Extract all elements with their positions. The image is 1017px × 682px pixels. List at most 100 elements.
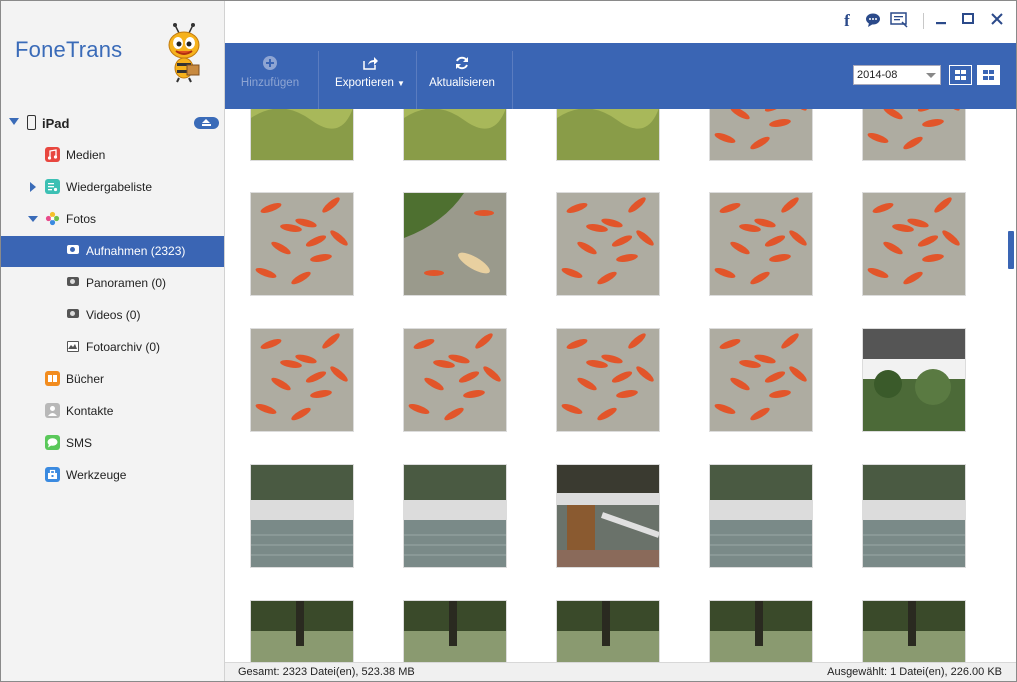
grid-large-icon (955, 70, 966, 80)
refresh-button[interactable]: Aktualisieren (423, 43, 501, 109)
photos-icon (45, 211, 60, 226)
expand-arrow-icon[interactable] (30, 182, 36, 192)
collapse-arrow-icon[interactable] (28, 216, 38, 222)
feedback-icon[interactable] (890, 12, 908, 30)
date-filter-select[interactable]: 2014-08 (853, 65, 941, 85)
facebook-icon[interactable]: f (838, 12, 856, 30)
photo-thumbnail[interactable] (403, 109, 507, 161)
sidebar-item-label: Fotoarchiv (0) (86, 340, 161, 354)
sidebar-item-sms[interactable]: SMS (1, 428, 224, 458)
photo-thumbnail[interactable] (862, 109, 966, 161)
sidebar-item-label: Videos (0) (86, 308, 141, 322)
maximize-icon[interactable] (959, 12, 977, 30)
refresh-label: Aktualisieren (429, 77, 495, 89)
collapse-arrow-icon[interactable] (9, 118, 19, 125)
sidebar-item-label: SMS (66, 436, 93, 450)
books-icon (45, 371, 60, 386)
playlist-icon (45, 179, 60, 194)
chevron-down-icon[interactable] (926, 73, 936, 78)
photo-thumbnail[interactable] (709, 464, 813, 568)
status-bar: Gesamt: 2323 Datei(en), 523.38 MB Ausgew… (225, 662, 1016, 681)
sidebar-item-kontakte[interactable]: Kontakte (1, 396, 224, 426)
photo-grid (225, 109, 1016, 662)
sidebar-item-fotoarchiv[interactable]: Fotoarchiv (0) (1, 332, 224, 362)
ipad-icon (27, 115, 36, 130)
status-selected: Ausgewählt: 1 Datei(en), 226.00 KB (827, 666, 1002, 678)
message-icon (45, 435, 60, 450)
device-name: iPad (42, 116, 70, 131)
app-title: FoneTrans (15, 37, 123, 62)
photo-library-icon (67, 341, 79, 352)
photo-thumbnail[interactable] (556, 464, 660, 568)
sidebar-item-medien[interactable]: Medien (1, 140, 224, 170)
scrollbar-thumb[interactable] (1008, 231, 1014, 269)
plus-circle-icon (262, 55, 278, 71)
add-label: Hinzufügen (240, 77, 300, 89)
large-grid-view-button[interactable] (949, 65, 972, 85)
camera-icon (67, 277, 79, 286)
photo-thumbnail[interactable] (709, 192, 813, 296)
sidebar-item-fotos[interactable]: Fotos (1, 204, 224, 234)
title-bar: f (225, 1, 1016, 43)
toolbar-separator (318, 51, 319, 109)
photo-thumbnail[interactable] (250, 600, 354, 662)
toolbar-separator (512, 51, 513, 109)
sidebar-item-werkzeuge[interactable]: Werkzeuge (1, 460, 224, 490)
toolbox-icon (45, 467, 60, 482)
sidebar-item-label: Bücher (66, 372, 105, 386)
photo-thumbnail[interactable] (250, 328, 354, 432)
sidebar-item-label: Aufnahmen (2323) (86, 244, 186, 258)
sidebar-item-buecher[interactable]: Bücher (1, 364, 224, 394)
grid-small-icon (983, 70, 994, 80)
photo-thumbnail[interactable] (862, 464, 966, 568)
photo-thumbnail[interactable] (403, 328, 507, 432)
device-node[interactable]: iPad (1, 111, 224, 135)
sidebar-item-label: Werkzeuge (66, 468, 127, 482)
contacts-icon (45, 403, 60, 418)
sidebar-item-panoramen[interactable]: Panoramen (0) (1, 268, 224, 298)
minimize-icon[interactable] (932, 12, 950, 30)
photo-thumbnail[interactable] (862, 600, 966, 662)
photo-thumbnail[interactable] (250, 192, 354, 296)
photo-thumbnail[interactable] (556, 600, 660, 662)
status-total: Gesamt: 2323 Datei(en), 523.38 MB (238, 666, 415, 678)
sidebar-item-wiedergabeliste[interactable]: Wiedergabeliste (1, 172, 224, 202)
small-grid-view-button[interactable] (977, 65, 1000, 85)
photo-thumbnail[interactable] (709, 600, 813, 662)
sidebar-item-label: Medien (66, 148, 106, 162)
photo-thumbnail[interactable] (403, 600, 507, 662)
app-window: FoneTrans iPad Medien Wiedergabeliste Fo… (0, 0, 1017, 682)
share-icon (362, 55, 378, 71)
sidebar-item-label: Wiedergabeliste (66, 180, 153, 194)
sidebar-item-label: Fotos (66, 212, 97, 226)
photo-thumbnail[interactable] (250, 109, 354, 161)
export-label: Exportieren ▼ (335, 77, 405, 89)
photo-thumbnail[interactable] (709, 328, 813, 432)
photo-thumbnail[interactable] (556, 192, 660, 296)
photo-thumbnail[interactable] (403, 192, 507, 296)
sidebar-item-videos[interactable]: Videos (0) (1, 300, 224, 330)
toolbar-separator (416, 51, 417, 109)
sidebar-item-aufnahmen[interactable]: Aufnahmen (2323) (1, 236, 224, 267)
refresh-icon (454, 55, 470, 71)
eject-button[interactable] (194, 117, 219, 129)
toolbar: Hinzufügen Exportieren ▼ Aktualisieren 2… (225, 43, 1016, 109)
photo-thumbnail[interactable] (862, 328, 966, 432)
chat-icon[interactable] (864, 12, 882, 30)
export-button[interactable]: Exportieren ▼ (329, 43, 411, 109)
add-button[interactable]: Hinzufügen (235, 43, 305, 109)
sidebar: FoneTrans iPad Medien Wiedergabeliste Fo… (1, 1, 225, 681)
title-separator (923, 13, 924, 29)
camera-icon (67, 245, 79, 254)
photo-thumbnail[interactable] (556, 109, 660, 161)
mascot-logo (168, 23, 200, 83)
photo-thumbnail[interactable] (862, 192, 966, 296)
sidebar-item-label: Kontakte (66, 404, 114, 418)
close-icon[interactable] (988, 12, 1006, 30)
music-icon (45, 147, 60, 162)
photo-thumbnail[interactable] (709, 109, 813, 161)
date-filter-value: 2014-08 (857, 69, 898, 81)
photo-thumbnail[interactable] (556, 328, 660, 432)
photo-thumbnail[interactable] (403, 464, 507, 568)
photo-thumbnail[interactable] (250, 464, 354, 568)
